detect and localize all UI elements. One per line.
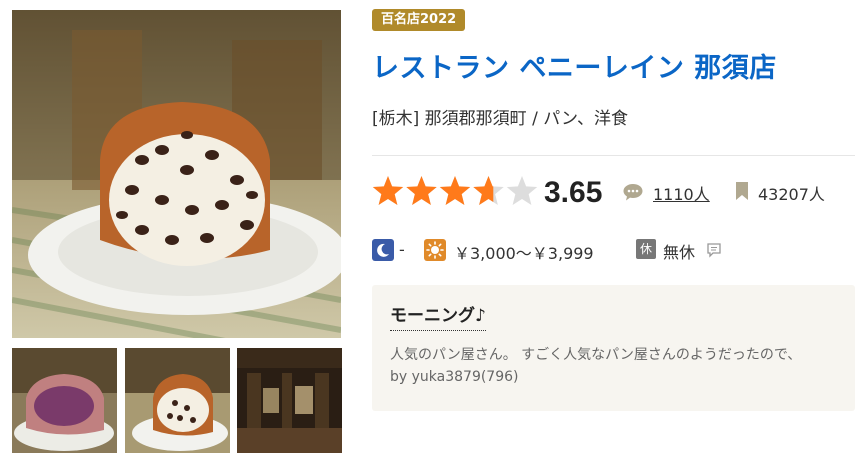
award-badge[interactable]: 百名店2022 [372, 9, 466, 31]
review-title[interactable]: モーニング♪ [390, 301, 486, 331]
star-3-fill [439, 176, 471, 205]
restaurant-info: 百名店2022 レストラン ペニーレイン 那須店 [栃木] 那須郡那須町 / パ… [372, 0, 855, 464]
rating-row: 3.65 1110人 43207人 [372, 170, 855, 214]
star-5 [506, 176, 538, 205]
dinner-price: - [399, 240, 405, 259]
sun-icon [424, 239, 446, 261]
review-card[interactable]: モーニング♪ 人気のパン屋さん。 すごく人気なパン屋さんのようだったので、 by… [372, 285, 855, 411]
rating-score: 3.65 [544, 176, 603, 209]
star-1-fill [372, 176, 404, 205]
moon-icon [372, 239, 394, 261]
divider [372, 155, 855, 156]
thumbnail-1[interactable] [12, 348, 117, 453]
thumbnail-2[interactable] [125, 348, 230, 453]
holiday-icon: 休 [636, 239, 656, 259]
thumbnail-1-image [12, 348, 117, 453]
thumbnail-2-image [125, 348, 230, 453]
thumbnail-3[interactable] [237, 348, 342, 453]
star-2-fill [406, 176, 437, 205]
price-row: - ￥3,000～￥3,999 休 無休 [372, 236, 855, 264]
speech-bubble-icon [623, 184, 643, 201]
bookmark-icon [736, 182, 748, 200]
area-genre: [栃木] 那須郡那須町 / パン、洋食 [372, 109, 629, 129]
review-count-link[interactable]: 1110人 [653, 181, 710, 205]
restaurant-name[interactable]: レストラン ペニーレイン 那須店 [372, 46, 777, 85]
thumbnail-3-image [237, 348, 342, 453]
rating-stars [372, 176, 538, 205]
save-count: 43207人 [758, 185, 825, 204]
main-photo[interactable] [12, 10, 341, 338]
holiday-text: 無休 [663, 243, 696, 262]
comment-icon[interactable] [706, 242, 722, 258]
review-excerpt: 人気のパン屋さん。 すごく人気なパン屋さんのようだったので、 [390, 347, 802, 363]
review-author[interactable]: by yuka3879(796) [390, 369, 519, 385]
main-photo-image [12, 10, 341, 338]
lunch-price: ￥3,000～￥3,999 [454, 244, 594, 263]
